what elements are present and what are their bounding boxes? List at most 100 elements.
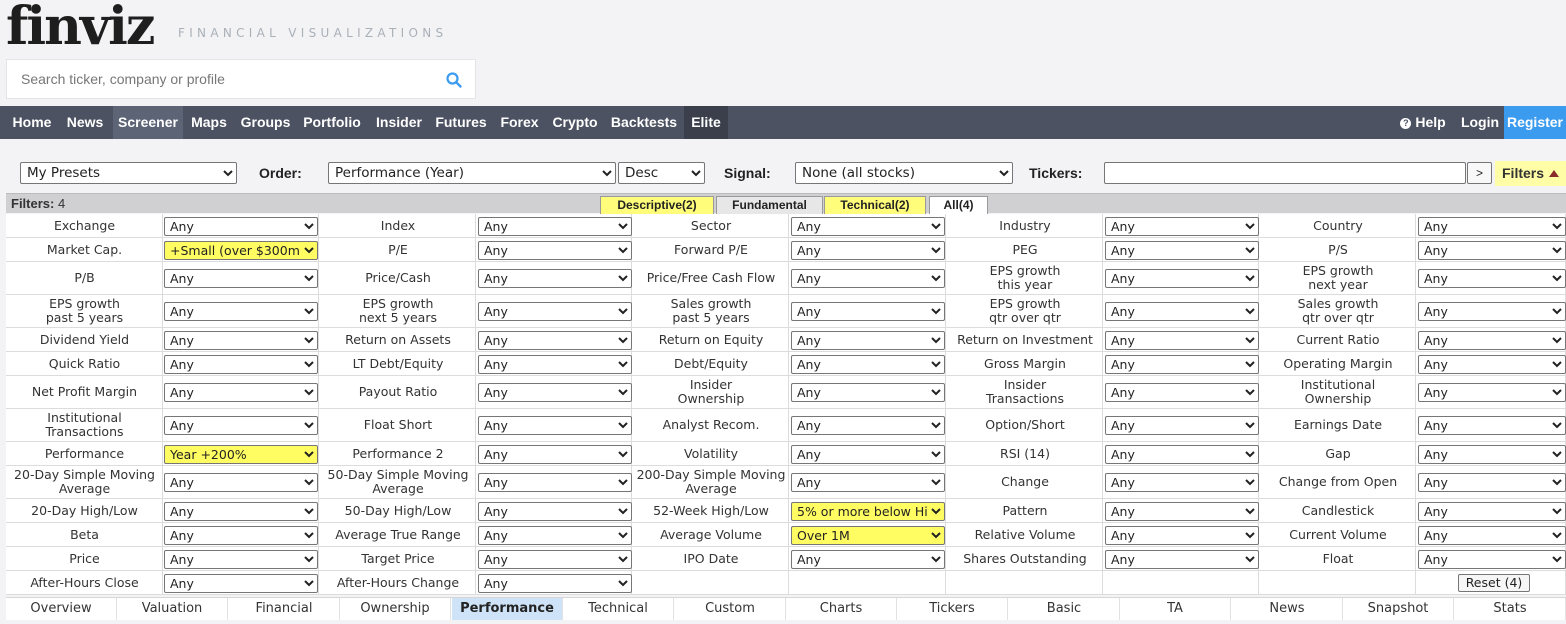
filter-select-country[interactable]: Any <box>1418 217 1566 236</box>
register-button[interactable]: Register <box>1504 106 1566 139</box>
login-link[interactable]: Login <box>1456 106 1504 139</box>
filter-tab-all-4[interactable]: All(4) <box>929 196 988 214</box>
filter-select-institutional-transactions[interactable]: Any <box>164 416 318 435</box>
view-tab-performance[interactable]: Performance <box>452 598 563 620</box>
filter-select-analyst-recom[interactable]: Any <box>791 416 945 435</box>
filter-select-52-week-high-low[interactable]: 5% or more below High <box>791 502 945 521</box>
filter-select-candlestick[interactable]: Any <box>1418 502 1566 521</box>
view-tab-technical[interactable]: Technical <box>563 598 674 620</box>
nav-maps[interactable]: Maps <box>186 106 232 139</box>
filter-select-peg[interactable]: Any <box>1105 241 1259 260</box>
nav-groups[interactable]: Groups <box>237 106 294 139</box>
filter-select-gross-margin[interactable]: Any <box>1105 355 1259 374</box>
filter-select-ipo-date[interactable]: Any <box>791 550 945 569</box>
filter-select-insider-transactions[interactable]: Any <box>1105 383 1259 402</box>
filter-select-sales-growth-past-5-years[interactable]: Any <box>791 302 945 321</box>
filter-select-p-e[interactable]: Any <box>478 241 632 260</box>
nav-futures[interactable]: Futures <box>431 106 491 139</box>
nav-news[interactable]: News <box>61 106 109 139</box>
tickers-go-button[interactable]: > <box>1467 162 1492 184</box>
filter-select-relative-volume[interactable]: Any <box>1105 526 1259 545</box>
filter-select-eps-growth-past-5-years[interactable]: Any <box>164 302 318 321</box>
filter-select-market-cap[interactable]: +Small (over $300mln) <box>164 241 318 260</box>
filter-select-option-short[interactable]: Any <box>1105 416 1259 435</box>
search-icon[interactable] <box>445 71 463 89</box>
view-tab-snapshot[interactable]: Snapshot <box>1343 598 1454 620</box>
filter-select-index[interactable]: Any <box>478 217 632 236</box>
filter-select-after-hours-close[interactable]: Any <box>164 574 318 593</box>
filter-select-return-on-assets[interactable]: Any <box>478 331 632 350</box>
filter-select-forward-p-e[interactable]: Any <box>791 241 945 260</box>
filter-select-beta[interactable]: Any <box>164 526 318 545</box>
view-tab-news[interactable]: News <box>1232 598 1343 620</box>
filter-select-lt-debt-equity[interactable]: Any <box>478 355 632 374</box>
filter-select-performance-2[interactable]: Any <box>478 445 632 464</box>
filter-select-change-from-open[interactable]: Any <box>1418 473 1566 492</box>
filter-select-50-day-simple-moving-average[interactable]: Any <box>478 473 632 492</box>
view-tab-financial[interactable]: Financial <box>229 598 340 620</box>
filter-select-p-s[interactable]: Any <box>1418 241 1566 260</box>
filter-select-operating-margin[interactable]: Any <box>1418 355 1566 374</box>
view-tab-ownership[interactable]: Ownership <box>340 598 451 620</box>
view-tab-charts[interactable]: Charts <box>786 598 897 620</box>
filter-select-eps-growth-next-year[interactable]: Any <box>1418 269 1566 288</box>
filter-select-quick-ratio[interactable]: Any <box>164 355 318 374</box>
view-tab-tickers[interactable]: Tickers <box>897 598 1008 620</box>
filter-select-industry[interactable]: Any <box>1105 217 1259 236</box>
filter-select-eps-growth-this-year[interactable]: Any <box>1105 269 1259 288</box>
filter-select-exchange[interactable]: Any <box>164 217 318 236</box>
filter-select-volatility[interactable]: Any <box>791 445 945 464</box>
filter-select-return-on-equity[interactable]: Any <box>791 331 945 350</box>
order-direction-select[interactable]: Desc <box>618 162 705 184</box>
view-tab-custom[interactable]: Custom <box>675 598 786 620</box>
filter-select-performance[interactable]: Year +200% <box>164 445 318 464</box>
tickers-input[interactable] <box>1104 162 1466 184</box>
filter-select-eps-growth-qtr-over-qtr[interactable]: Any <box>1105 302 1259 321</box>
filter-select-50-day-high-low[interactable]: Any <box>478 502 632 521</box>
view-tab-ta[interactable]: TA <box>1120 598 1231 620</box>
help-link[interactable]: ? Help <box>1395 106 1451 139</box>
filter-tab-fundamental[interactable]: Fundamental <box>716 196 823 214</box>
filter-select-earnings-date[interactable]: Any <box>1418 416 1566 435</box>
signal-select[interactable]: None (all stocks) <box>795 162 1013 184</box>
view-tab-valuation[interactable]: Valuation <box>117 598 228 620</box>
filter-select-rsi-14[interactable]: Any <box>1105 445 1259 464</box>
nav-portfolio[interactable]: Portfolio <box>298 106 366 139</box>
nav-backtests[interactable]: Backtests <box>607 106 681 139</box>
filter-select-net-profit-margin[interactable]: Any <box>164 383 318 402</box>
nav-home[interactable]: Home <box>4 106 60 139</box>
filter-select-average-true-range[interactable]: Any <box>478 526 632 545</box>
filter-select-p-b[interactable]: Any <box>164 269 318 288</box>
filter-select-float[interactable]: Any <box>1418 550 1566 569</box>
filter-select-return-on-investment[interactable]: Any <box>1105 331 1259 350</box>
filter-select-price[interactable]: Any <box>164 550 318 569</box>
filter-select-price-free-cash-flow[interactable]: Any <box>791 269 945 288</box>
view-tab-basic[interactable]: Basic <box>1009 598 1120 620</box>
filter-select-change[interactable]: Any <box>1105 473 1259 492</box>
presets-select[interactable]: My Presets <box>20 162 237 184</box>
filter-select-payout-ratio[interactable]: Any <box>478 383 632 402</box>
filter-select-gap[interactable]: Any <box>1418 445 1566 464</box>
filter-select-sector[interactable]: Any <box>791 217 945 236</box>
filters-toggle-button[interactable]: Filters <box>1495 161 1566 186</box>
nav-insider[interactable]: Insider <box>371 106 427 139</box>
filter-select-float-short[interactable]: Any <box>478 416 632 435</box>
filter-select-20-day-simple-moving-average[interactable]: Any <box>164 473 318 492</box>
filter-select-eps-growth-next-5-years[interactable]: Any <box>478 302 632 321</box>
nav-elite[interactable]: Elite <box>684 106 728 139</box>
filter-tab-descriptive-2[interactable]: Descriptive(2) <box>600 196 714 214</box>
finviz-logo[interactable]: finviz <box>6 1 155 53</box>
filter-tab-technical-2[interactable]: Technical(2) <box>824 196 926 214</box>
reset-filters-button[interactable]: Reset (4) <box>1458 574 1530 592</box>
filter-select-pattern[interactable]: Any <box>1105 502 1259 521</box>
filter-select-current-volume[interactable]: Any <box>1418 526 1566 545</box>
filter-select-sales-growth-qtr-over-qtr[interactable]: Any <box>1418 302 1566 321</box>
filter-select-price-cash[interactable]: Any <box>478 269 632 288</box>
filter-select-after-hours-change[interactable]: Any <box>478 574 632 593</box>
order-select[interactable]: Performance (Year) <box>328 162 616 184</box>
filter-select-shares-outstanding[interactable]: Any <box>1105 550 1259 569</box>
nav-screener[interactable]: Screener <box>113 106 183 139</box>
filter-select-current-ratio[interactable]: Any <box>1418 331 1566 350</box>
filter-select-average-volume[interactable]: Over 1M <box>791 526 945 545</box>
filter-select-institutional-ownership[interactable]: Any <box>1418 383 1566 402</box>
